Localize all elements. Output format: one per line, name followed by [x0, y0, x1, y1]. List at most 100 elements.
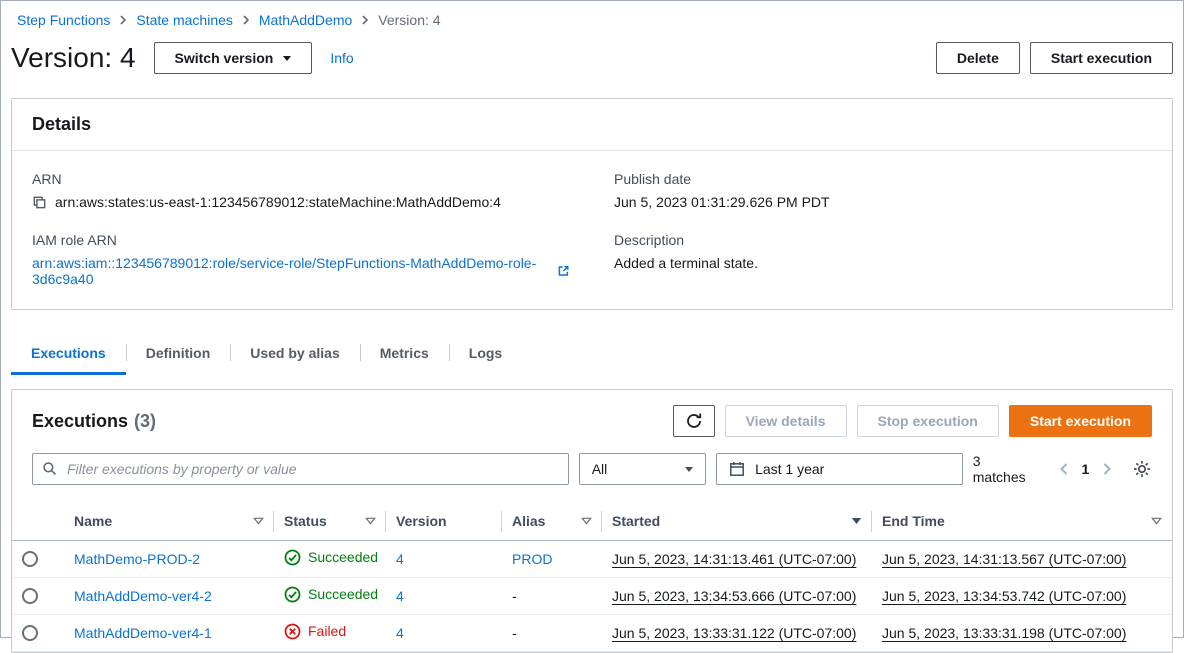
chevron-right-icon [242, 15, 250, 25]
chevron-right-icon [361, 15, 369, 25]
next-page-button[interactable] [1096, 455, 1118, 483]
switch-version-button[interactable]: Switch version [154, 42, 313, 74]
version-link[interactable]: 4 [396, 625, 404, 641]
iam-role-link[interactable]: arn:aws:iam::123456789012:role/service-r… [32, 255, 549, 287]
end-timestamp: Jun 5, 2023, 14:31:13.567 (UTC-07:00) [882, 551, 1126, 567]
executions-count: (3) [134, 411, 156, 431]
status-filter-select[interactable]: All [579, 453, 706, 485]
started-timestamp: Jun 5, 2023, 13:34:53.666 (UTC-07:00) [612, 588, 856, 604]
sort-caret-icon [1151, 517, 1162, 525]
alias-link[interactable]: PROD [512, 551, 552, 567]
chevron-left-icon [1060, 463, 1068, 475]
execution-name-link[interactable]: MathDemo-PROD-2 [74, 551, 200, 567]
refresh-button[interactable] [673, 405, 715, 437]
details-panel: Details ARN arn:aws:states:us-east-1:123… [11, 98, 1173, 310]
executions-panel: Executions(3) View details Stop executio… [11, 389, 1173, 653]
tab-metrics[interactable]: Metrics [360, 334, 449, 375]
arn-value: arn:aws:states:us-east-1:123456789012:st… [55, 194, 501, 210]
description-field: Description Added a terminal state. [614, 232, 1152, 271]
copy-icon[interactable] [32, 195, 47, 210]
previous-page-button[interactable] [1053, 455, 1075, 483]
tab-logs[interactable]: Logs [449, 334, 522, 375]
chevron-right-icon [119, 15, 127, 25]
status-badge: Failed [284, 623, 346, 640]
table-header-row: Name Status Version Alias Started [12, 503, 1172, 540]
version-link[interactable]: 4 [396, 588, 404, 604]
table-row: MathAddDemo-ver4-2 Succeeded 4 - Jun 5, … [12, 577, 1172, 614]
row-select-radio[interactable] [22, 551, 38, 567]
sort-caret-icon [581, 517, 592, 525]
iam-role-field: IAM role ARN arn:aws:iam::123456789012:r… [32, 232, 570, 287]
gear-icon [1132, 459, 1152, 479]
arn-label: ARN [32, 171, 570, 187]
sort-caret-icon [365, 517, 376, 525]
arn-field: ARN arn:aws:states:us-east-1:12345678901… [32, 171, 570, 210]
tab-definition[interactable]: Definition [126, 334, 231, 375]
refresh-icon [685, 412, 703, 430]
delete-button[interactable]: Delete [936, 42, 1020, 74]
preferences-button[interactable] [1132, 459, 1152, 479]
started-timestamp: Jun 5, 2023, 14:31:13.461 (UTC-07:00) [612, 551, 856, 567]
started-timestamp: Jun 5, 2023, 13:33:31.122 (UTC-07:00) [612, 625, 856, 641]
page-header: Version: 4 Switch version Info Delete St… [1, 32, 1183, 98]
external-link-icon [557, 264, 570, 278]
status-badge: Succeeded [284, 549, 378, 566]
description-label: Description [614, 232, 1152, 248]
publish-date-value: Jun 5, 2023 01:31:29.626 PM PDT [614, 194, 830, 210]
succeeded-icon [284, 586, 301, 603]
tab-bar: Executions Definition Used by alias Metr… [1, 334, 1183, 375]
info-link[interactable]: Info [330, 50, 353, 66]
filter-toolbar: All Last 1 year 3 matches 1 [12, 447, 1172, 503]
breadcrumb-state-machine-name[interactable]: MathAddDemo [259, 12, 352, 28]
search-icon [42, 461, 57, 476]
select-column-header [12, 503, 64, 540]
filter-executions-input[interactable] [32, 453, 569, 485]
table-row: MathAddDemo-ver4-1 Failed 4 - Jun 5, 202… [12, 614, 1172, 651]
column-header-end-time[interactable]: End Time [872, 503, 1172, 540]
row-select-radio[interactable] [22, 588, 38, 604]
column-header-status[interactable]: Status [274, 503, 386, 540]
breadcrumb-state-machines[interactable]: State machines [136, 12, 233, 28]
column-header-started[interactable]: Started [602, 503, 872, 540]
row-select-radio[interactable] [22, 625, 38, 641]
tab-executions[interactable]: Executions [11, 334, 126, 375]
execution-name-link[interactable]: MathAddDemo-ver4-1 [74, 625, 212, 641]
version-link[interactable]: 4 [396, 551, 404, 567]
match-count: 3 matches [973, 453, 1037, 485]
alias-value: - [512, 625, 517, 641]
details-panel-header: Details [12, 99, 1172, 151]
executions-table: Name Status Version Alias Started [12, 503, 1172, 652]
executions-panel-header: Executions(3) View details Stop executio… [12, 390, 1172, 447]
end-timestamp: Jun 5, 2023, 13:33:31.198 (UTC-07:00) [882, 625, 1126, 641]
column-header-version[interactable]: Version [386, 503, 502, 540]
breadcrumb: Step Functions State machines MathAddDem… [1, 1, 1183, 32]
calendar-icon [729, 461, 745, 477]
details-title: Details [32, 114, 91, 134]
column-header-alias[interactable]: Alias [502, 503, 602, 540]
alias-value: - [512, 588, 517, 604]
end-timestamp: Jun 5, 2023, 13:34:53.742 (UTC-07:00) [882, 588, 1126, 604]
header-start-execution-button[interactable]: Start execution [1030, 42, 1173, 74]
caret-down-icon [283, 56, 291, 61]
succeeded-icon [284, 549, 301, 566]
table-row: MathDemo-PROD-2 Succeeded 4 PROD Jun 5, … [12, 540, 1172, 577]
stop-execution-button[interactable]: Stop execution [857, 405, 999, 437]
start-execution-button[interactable]: Start execution [1009, 405, 1152, 437]
date-range-picker[interactable]: Last 1 year [716, 453, 963, 485]
view-details-button[interactable]: View details [725, 405, 847, 437]
publish-date-label: Publish date [614, 171, 1152, 187]
execution-name-link[interactable]: MathAddDemo-ver4-2 [74, 588, 212, 604]
publish-date-field: Publish date Jun 5, 2023 01:31:29.626 PM… [614, 171, 1152, 210]
column-header-name[interactable]: Name [64, 503, 274, 540]
failed-icon [284, 623, 301, 640]
breadcrumb-step-functions[interactable]: Step Functions [17, 12, 110, 28]
sort-caret-icon [253, 517, 264, 525]
chevron-right-icon [1103, 463, 1111, 475]
caret-down-icon [685, 467, 693, 472]
sorted-desc-icon [851, 517, 862, 525]
iam-role-label: IAM role ARN [32, 232, 570, 248]
page-title: Version: 4 [11, 42, 136, 74]
tab-used-by-alias[interactable]: Used by alias [230, 334, 360, 375]
page-number[interactable]: 1 [1074, 461, 1096, 477]
status-badge: Succeeded [284, 586, 378, 603]
